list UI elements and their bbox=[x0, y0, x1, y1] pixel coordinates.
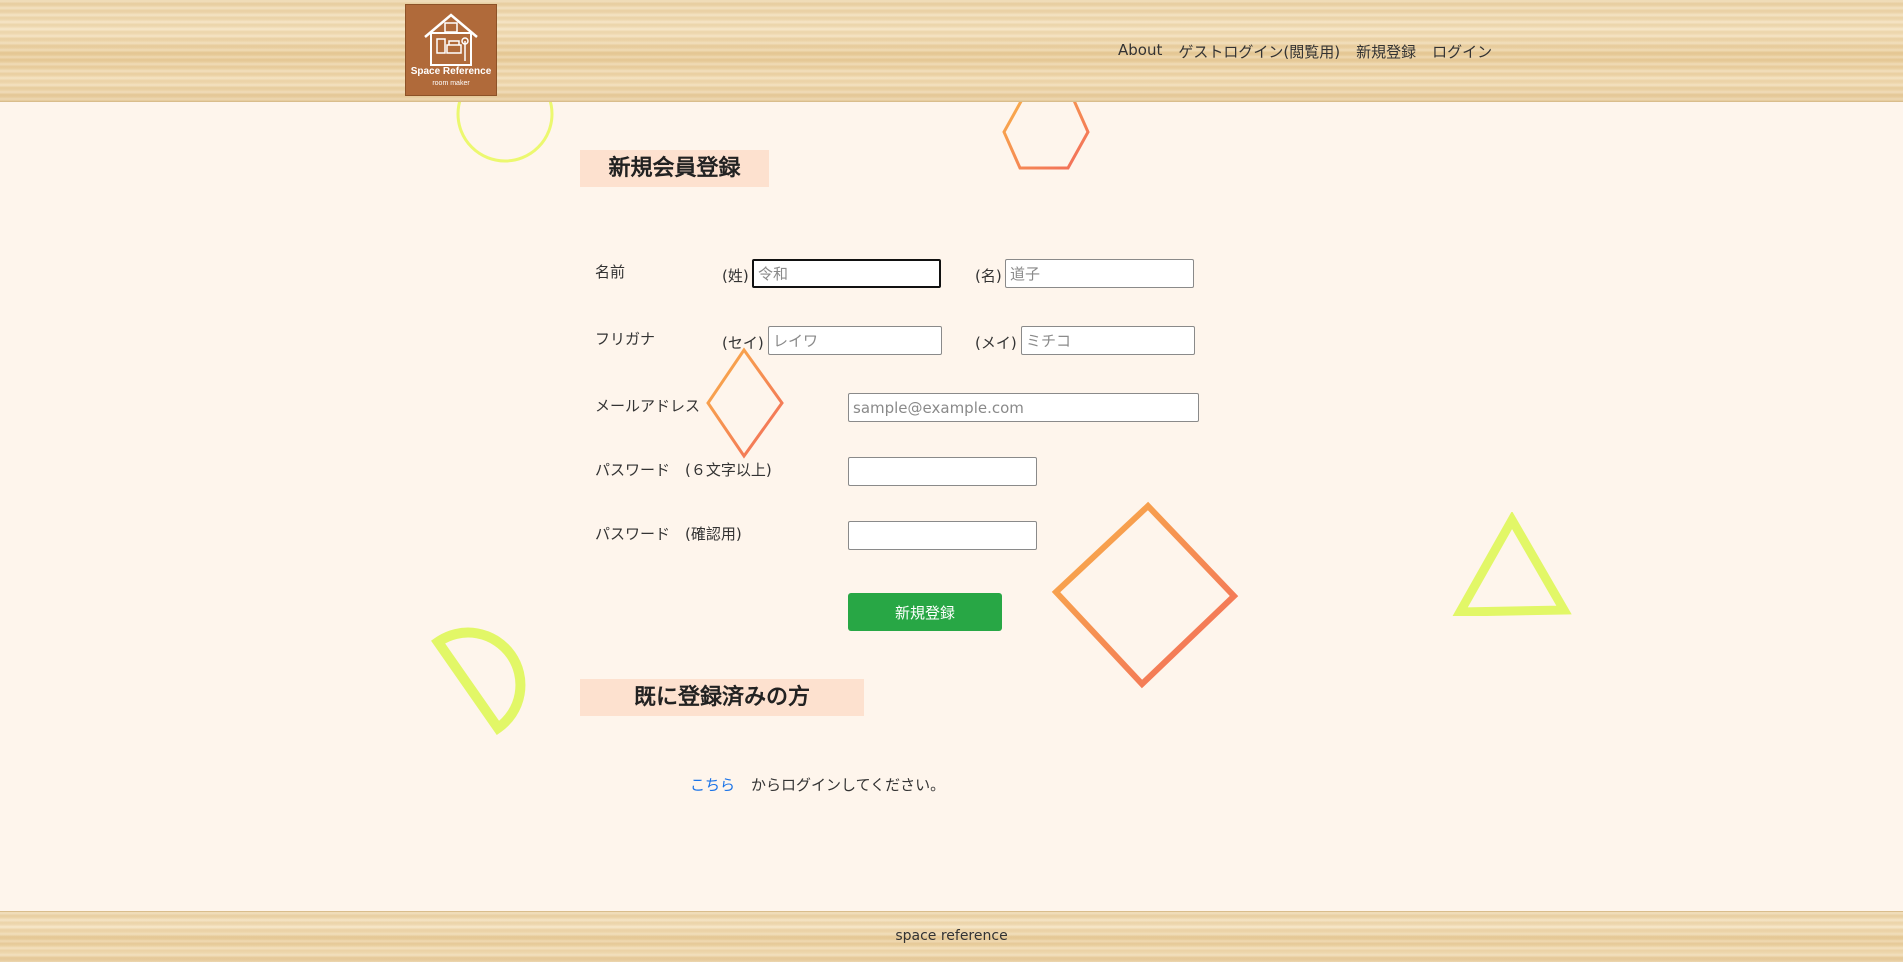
signup-submit-button[interactable]: 新規登録 bbox=[848, 593, 1002, 631]
password-input[interactable] bbox=[848, 457, 1037, 486]
footer-bar: space reference bbox=[0, 911, 1903, 962]
name-label: 名前 bbox=[595, 263, 626, 281]
main-nav: About ゲストログイン(閲覧用) 新規登録 ログイン bbox=[1118, 41, 1492, 62]
login-prompt: こちら からログインしてください。 bbox=[690, 774, 945, 795]
first-kana-prefix: (メイ) bbox=[975, 334, 1017, 352]
site-logo[interactable]: Space Reference room maker bbox=[405, 4, 497, 96]
header-bar: Space Reference room maker About ゲストログイン… bbox=[0, 0, 1903, 102]
last-kana-prefix: (セイ) bbox=[722, 334, 764, 352]
email-label: メールアドレス bbox=[595, 397, 701, 415]
nav-guest-login-link[interactable]: ゲストログイン(閲覧用) bbox=[1178, 41, 1340, 62]
login-here-link[interactable]: こちら bbox=[690, 776, 735, 794]
email-input[interactable] bbox=[848, 393, 1199, 422]
decorative-diamond-small bbox=[706, 347, 784, 459]
footer-text: space reference bbox=[895, 928, 1008, 944]
last-name-prefix: (姓) bbox=[722, 267, 749, 285]
decorative-hexagon bbox=[1002, 94, 1090, 170]
first-kana-input[interactable] bbox=[1021, 326, 1195, 355]
nav-login-link[interactable]: ログイン bbox=[1432, 41, 1492, 62]
last-name-input[interactable] bbox=[752, 259, 941, 288]
first-name-input[interactable] bbox=[1005, 259, 1194, 288]
login-prompt-text: からログインしてください。 bbox=[751, 776, 946, 794]
password-confirm-label: パスワード (確認用) bbox=[595, 525, 742, 543]
password-label: パスワード (６文字以上) bbox=[595, 461, 772, 479]
nav-signup-link[interactable]: 新規登録 bbox=[1356, 41, 1416, 62]
kana-label: フリガナ bbox=[595, 330, 656, 348]
decorative-half-circle bbox=[431, 627, 526, 735]
house-icon bbox=[424, 13, 478, 66]
first-name-prefix: (名) bbox=[975, 267, 1002, 285]
signup-heading: 新規会員登録 bbox=[580, 150, 769, 187]
logo-title: Space Reference bbox=[410, 66, 492, 77]
logo-subtitle: room maker bbox=[432, 80, 470, 87]
decorative-triangle bbox=[1452, 512, 1572, 616]
existing-users-heading: 既に登録済みの方 bbox=[580, 679, 864, 716]
decorative-diamond-large bbox=[1051, 501, 1239, 689]
password-confirm-input[interactable] bbox=[848, 521, 1037, 550]
nav-about-link[interactable]: About bbox=[1118, 41, 1162, 62]
last-kana-input[interactable] bbox=[768, 326, 942, 355]
